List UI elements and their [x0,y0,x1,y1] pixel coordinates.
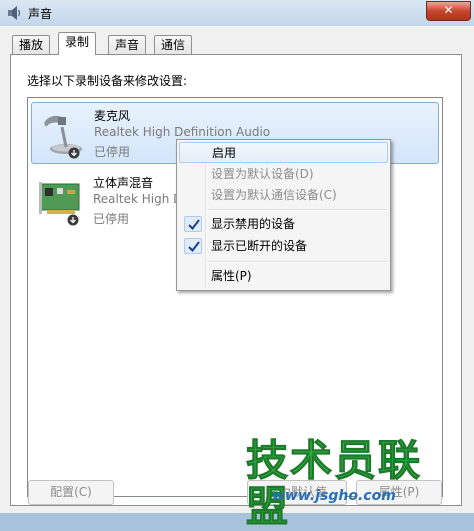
device-name: 麦克风 [94,109,131,123]
checkmark-icon [184,216,202,232]
tab-recording[interactable]: 录制 [58,32,97,55]
menu-item-enable[interactable]: 启用 [179,142,388,163]
microphone-icon [44,115,82,159]
tab-sounds[interactable]: 声音 [108,35,147,54]
menu-item-label: 设置为默认设备(D) [211,167,314,181]
device-status: 已停用 [94,145,131,159]
menu-item-label: 显示禁用的设备 [211,217,296,231]
device-driver: Realtek High Definition Audio [94,125,271,139]
menu-item-label: 属性(P) [211,269,252,283]
menu-item-label: 启用 [212,146,237,160]
title-bar[interactable]: 声音 ✕ [0,0,474,26]
watermark: 技术员联盟 www.jsgho.com [246,437,446,530]
watermark-title: 技术员联盟 [246,436,423,531]
device-status: 已停用 [93,212,130,226]
sound-card-icon [39,182,80,226]
instruction-text: 选择以下录制设备来修改设置: [27,74,188,88]
device-name: 立体声混音 [93,176,154,190]
tab-communications[interactable]: 通信 [154,35,193,54]
menu-item-show-disabled-devices[interactable]: 显示禁用的设备 [179,214,388,235]
menu-item-label: 设置为默认通信设备(C) [211,188,337,202]
tab-playback[interactable]: 播放 [12,35,51,54]
menu-separator [207,209,386,211]
menu-item-label: 显示已断开的设备 [211,239,308,253]
close-icon: ✕ [443,3,454,17]
menu-item-show-disconnected-devices[interactable]: 显示已断开的设备 [179,236,388,257]
menu-separator [207,261,386,263]
checkmark-icon [184,238,202,254]
close-button[interactable]: ✕ [426,1,471,21]
context-menu: 启用 设置为默认设备(D) 设置为默认通信设备(C) 显示禁用的设备 显示已断开… [176,139,391,291]
configure-button[interactable]: 配置(C) [28,480,114,505]
menu-item-set-default-comm-device[interactable]: 设置为默认通信设备(C) [179,185,388,206]
watermark-url: www.jsgho.com [272,488,396,504]
speaker-icon [8,6,21,20]
window-title: 声音 [28,7,53,21]
menu-item-properties[interactable]: 属性(P) [179,266,388,287]
menu-item-set-default-device[interactable]: 设置为默认设备(D) [179,164,388,185]
